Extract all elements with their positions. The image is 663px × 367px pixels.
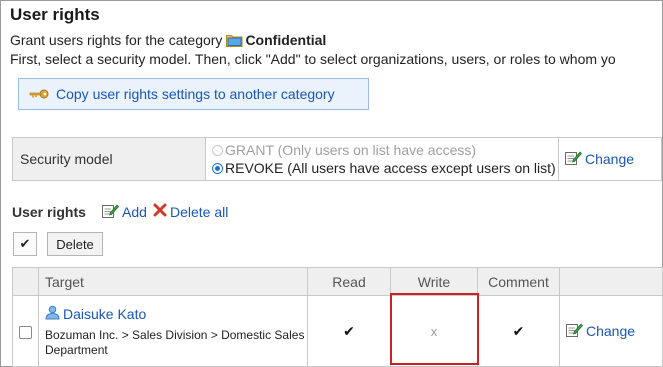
table-row: Daisuke Kato Bozuman Inc. > Sales Divisi…: [12, 295, 663, 367]
action-column-header: [559, 266, 663, 297]
delete-x-icon: [153, 203, 167, 220]
security-change-link[interactable]: Change: [565, 150, 661, 168]
security-model-options: GRANT (Only users on list have access) R…: [205, 137, 559, 181]
intro-line: Grant users rights for the category Confi…: [10, 32, 326, 50]
category-name: Confidential: [245, 32, 327, 48]
user-rights-heading: User rights: [12, 204, 86, 220]
revoke-label: REVOKE (All users have access except use…: [225, 160, 556, 176]
add-label: Add: [122, 204, 147, 220]
key-icon: [29, 86, 49, 102]
edit-icon: [102, 203, 119, 221]
delete-button[interactable]: Delete: [47, 232, 103, 256]
copy-rights-label: Copy user rights settings to another cat…: [56, 86, 335, 102]
delete-all-link[interactable]: Delete all: [153, 203, 228, 220]
table-header-row: Target Read Write Comment: [12, 266, 663, 297]
copy-rights-button[interactable]: Copy user rights settings to another cat…: [18, 78, 369, 110]
comment-cell: ✔: [477, 295, 560, 367]
row-checkbox-cell: [12, 295, 39, 367]
security-model-table: Security model GRANT (Only users on list…: [12, 137, 662, 181]
read-check-mark: ✔: [343, 322, 355, 339]
grant-option[interactable]: GRANT (Only users on list have access): [212, 141, 558, 159]
read-cell: ✔: [307, 295, 391, 367]
edit-icon: [566, 322, 583, 340]
comment-check-mark: ✔: [512, 322, 525, 339]
write-x-mark: x: [430, 324, 438, 340]
edit-icon: [565, 150, 582, 168]
folder-icon: [226, 33, 243, 50]
user-rights-table: Target Read Write Comment Daisuke Kato B…: [12, 266, 663, 367]
row-checkbox[interactable]: [19, 325, 32, 339]
row-change-label: Change: [586, 323, 636, 340]
write-column-header: Write: [390, 266, 478, 297]
security-change-label: Change: [585, 151, 635, 167]
intro-prefix: Grant users rights for the category: [10, 32, 223, 48]
security-model-label: Security model: [12, 137, 206, 181]
row-change-link[interactable]: Change: [566, 322, 662, 340]
check-all-toggle[interactable]: ✔: [13, 232, 37, 256]
write-cell: x: [390, 295, 478, 367]
add-link[interactable]: Add: [102, 203, 147, 221]
target-column-header: Target: [38, 266, 308, 297]
intro-instructions: First, select a security model. Then, cl…: [10, 51, 616, 67]
security-change-cell: Change: [558, 137, 662, 181]
read-column-header: Read: [307, 266, 391, 297]
select-column-header: [12, 266, 39, 297]
comment-column-header: Comment: [477, 266, 560, 297]
grant-label: GRANT (Only users on list have access): [225, 142, 477, 158]
grant-radio[interactable]: [212, 144, 223, 156]
page-title: User rights: [10, 5, 100, 24]
user-icon: [45, 305, 60, 323]
delete-all-label: Delete all: [170, 203, 229, 220]
user-name-link[interactable]: Daisuke Kato: [63, 306, 146, 322]
user-organization: Bozuman Inc. > Sales Division > Domestic…: [45, 327, 305, 357]
revoke-radio[interactable]: [212, 162, 223, 174]
row-change-cell: Change: [559, 295, 663, 367]
target-cell: Daisuke Kato Bozuman Inc. > Sales Divisi…: [38, 295, 308, 367]
revoke-option[interactable]: REVOKE (All users have access except use…: [212, 159, 558, 177]
